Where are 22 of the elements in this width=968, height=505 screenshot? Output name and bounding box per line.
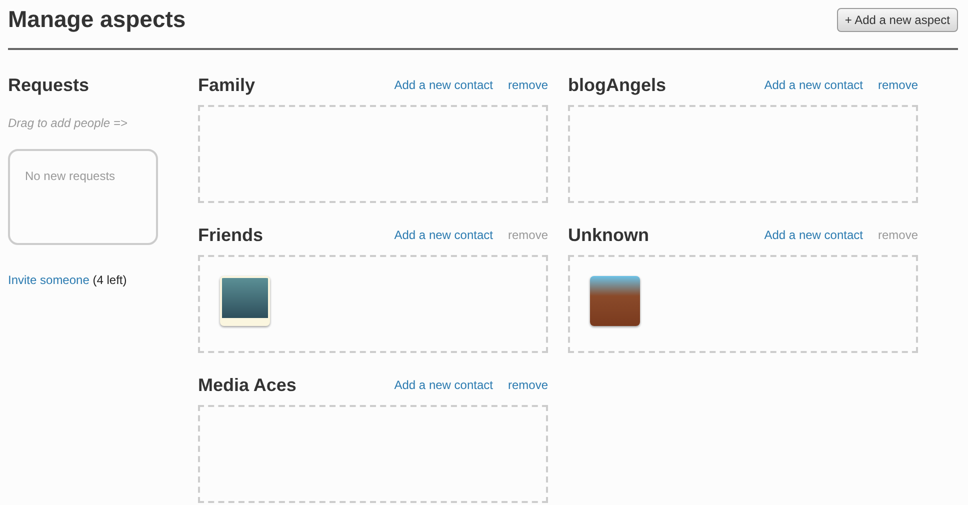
add-contact-link[interactable]: Add a new contact <box>764 228 863 242</box>
aspect-title: Media Aces <box>198 374 296 396</box>
invite-link[interactable]: Invite someone <box>8 273 90 287</box>
section-title: Requests <box>8 74 90 96</box>
invites-left-count: (4 left) <box>92 273 127 287</box>
add-contact-link[interactable]: Add a new contact <box>394 378 493 392</box>
empty-message: No new requests <box>25 169 116 183</box>
add-contact-link[interactable]: Add a new contact <box>394 228 493 242</box>
remove-link[interactable]: remove <box>878 78 918 92</box>
aspect-title: Unknown <box>568 224 649 246</box>
photo-placeholder[interactable] <box>220 276 270 326</box>
aspect-title: blogAngels <box>568 74 666 96</box>
add-contact-link[interactable]: Add a new contact <box>394 78 493 92</box>
remove-link[interactable]: remove <box>508 78 548 92</box>
photo-placeholder[interactable] <box>590 276 640 326</box>
add-aspect-button[interactable]: + Add a new aspect <box>836 8 958 32</box>
aspect-title: Friends <box>198 224 264 246</box>
page-title: Manage aspects <box>8 6 186 34</box>
remove-link[interactable]: remove <box>508 378 548 392</box>
add-contact-link[interactable]: Add a new contact <box>764 78 863 92</box>
aspect-title: Family <box>198 74 256 96</box>
drag-hint: Drag to add people => <box>8 116 128 130</box>
